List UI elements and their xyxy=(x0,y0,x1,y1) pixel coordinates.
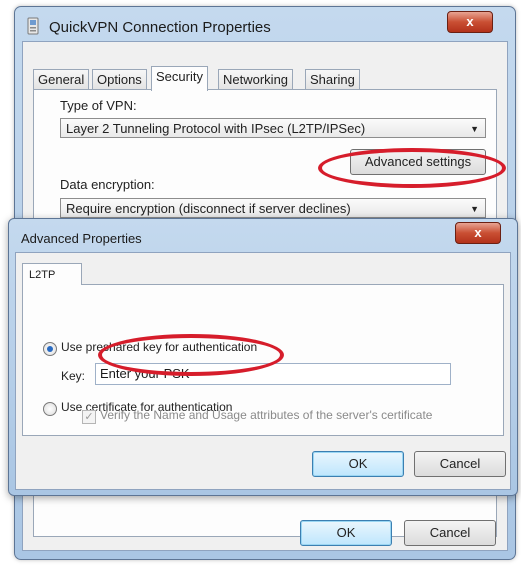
type-of-vpn-label: Type of VPN: xyxy=(60,98,137,113)
advanced-settings-button[interactable]: Advanced settings xyxy=(350,149,486,175)
advanced-properties-dialog: Advanced Properties x L2TP Use preshared… xyxy=(8,218,518,496)
dialog-close-button[interactable]: x xyxy=(455,222,501,244)
use-certificate-radio[interactable] xyxy=(43,402,57,416)
tab-l2tp[interactable]: L2TP xyxy=(22,263,82,285)
data-encryption-label: Data encryption: xyxy=(60,177,155,192)
verify-certificate-label: Verify the Name and Usage attributes of … xyxy=(100,408,433,422)
key-label: Key: xyxy=(61,369,86,383)
tab-general[interactable]: General xyxy=(33,69,90,90)
cancel-button[interactable]: Cancel xyxy=(404,520,496,546)
data-encryption-dropdown[interactable]: Require encryption (disconnect if server… xyxy=(60,198,486,218)
ok-button[interactable]: OK xyxy=(300,520,392,546)
dialog-client-area: L2TP Use preshared key for authenticatio… xyxy=(15,252,511,490)
verify-certificate-checkbox[interactable]: ✓ xyxy=(82,410,96,424)
vpn-connection-icon xyxy=(27,17,39,35)
close-button[interactable]: x xyxy=(447,11,493,33)
use-psk-radio[interactable] xyxy=(43,342,57,356)
vpn-type-value: Layer 2 Tunneling Protocol with IPsec (L… xyxy=(66,121,366,136)
chevron-down-icon: ▼ xyxy=(470,204,479,214)
window-title: QuickVPN Connection Properties xyxy=(49,19,271,36)
tab-networking[interactable]: Networking xyxy=(218,69,294,90)
tab-sharing[interactable]: Sharing xyxy=(305,69,360,90)
dialog-ok-button[interactable]: OK xyxy=(312,451,404,477)
data-encryption-value: Require encryption (disconnect if server… xyxy=(66,201,351,216)
tab-security[interactable]: Security xyxy=(151,66,208,91)
psk-key-input[interactable]: Enter your PSK xyxy=(95,363,451,385)
close-icon: x xyxy=(474,225,482,240)
psk-key-value: Enter your PSK xyxy=(100,366,190,381)
vpn-type-dropdown[interactable]: Layer 2 Tunneling Protocol with IPsec (L… xyxy=(60,118,486,138)
close-icon: x xyxy=(466,14,474,29)
checkmark-icon: ✓ xyxy=(84,411,94,423)
dialog-cancel-button[interactable]: Cancel xyxy=(414,451,506,477)
chevron-down-icon: ▼ xyxy=(470,124,479,134)
tab-options[interactable]: Options xyxy=(92,69,147,90)
dialog-title: Advanced Properties xyxy=(21,231,142,246)
use-psk-label: Use preshared key for authentication xyxy=(61,340,258,354)
